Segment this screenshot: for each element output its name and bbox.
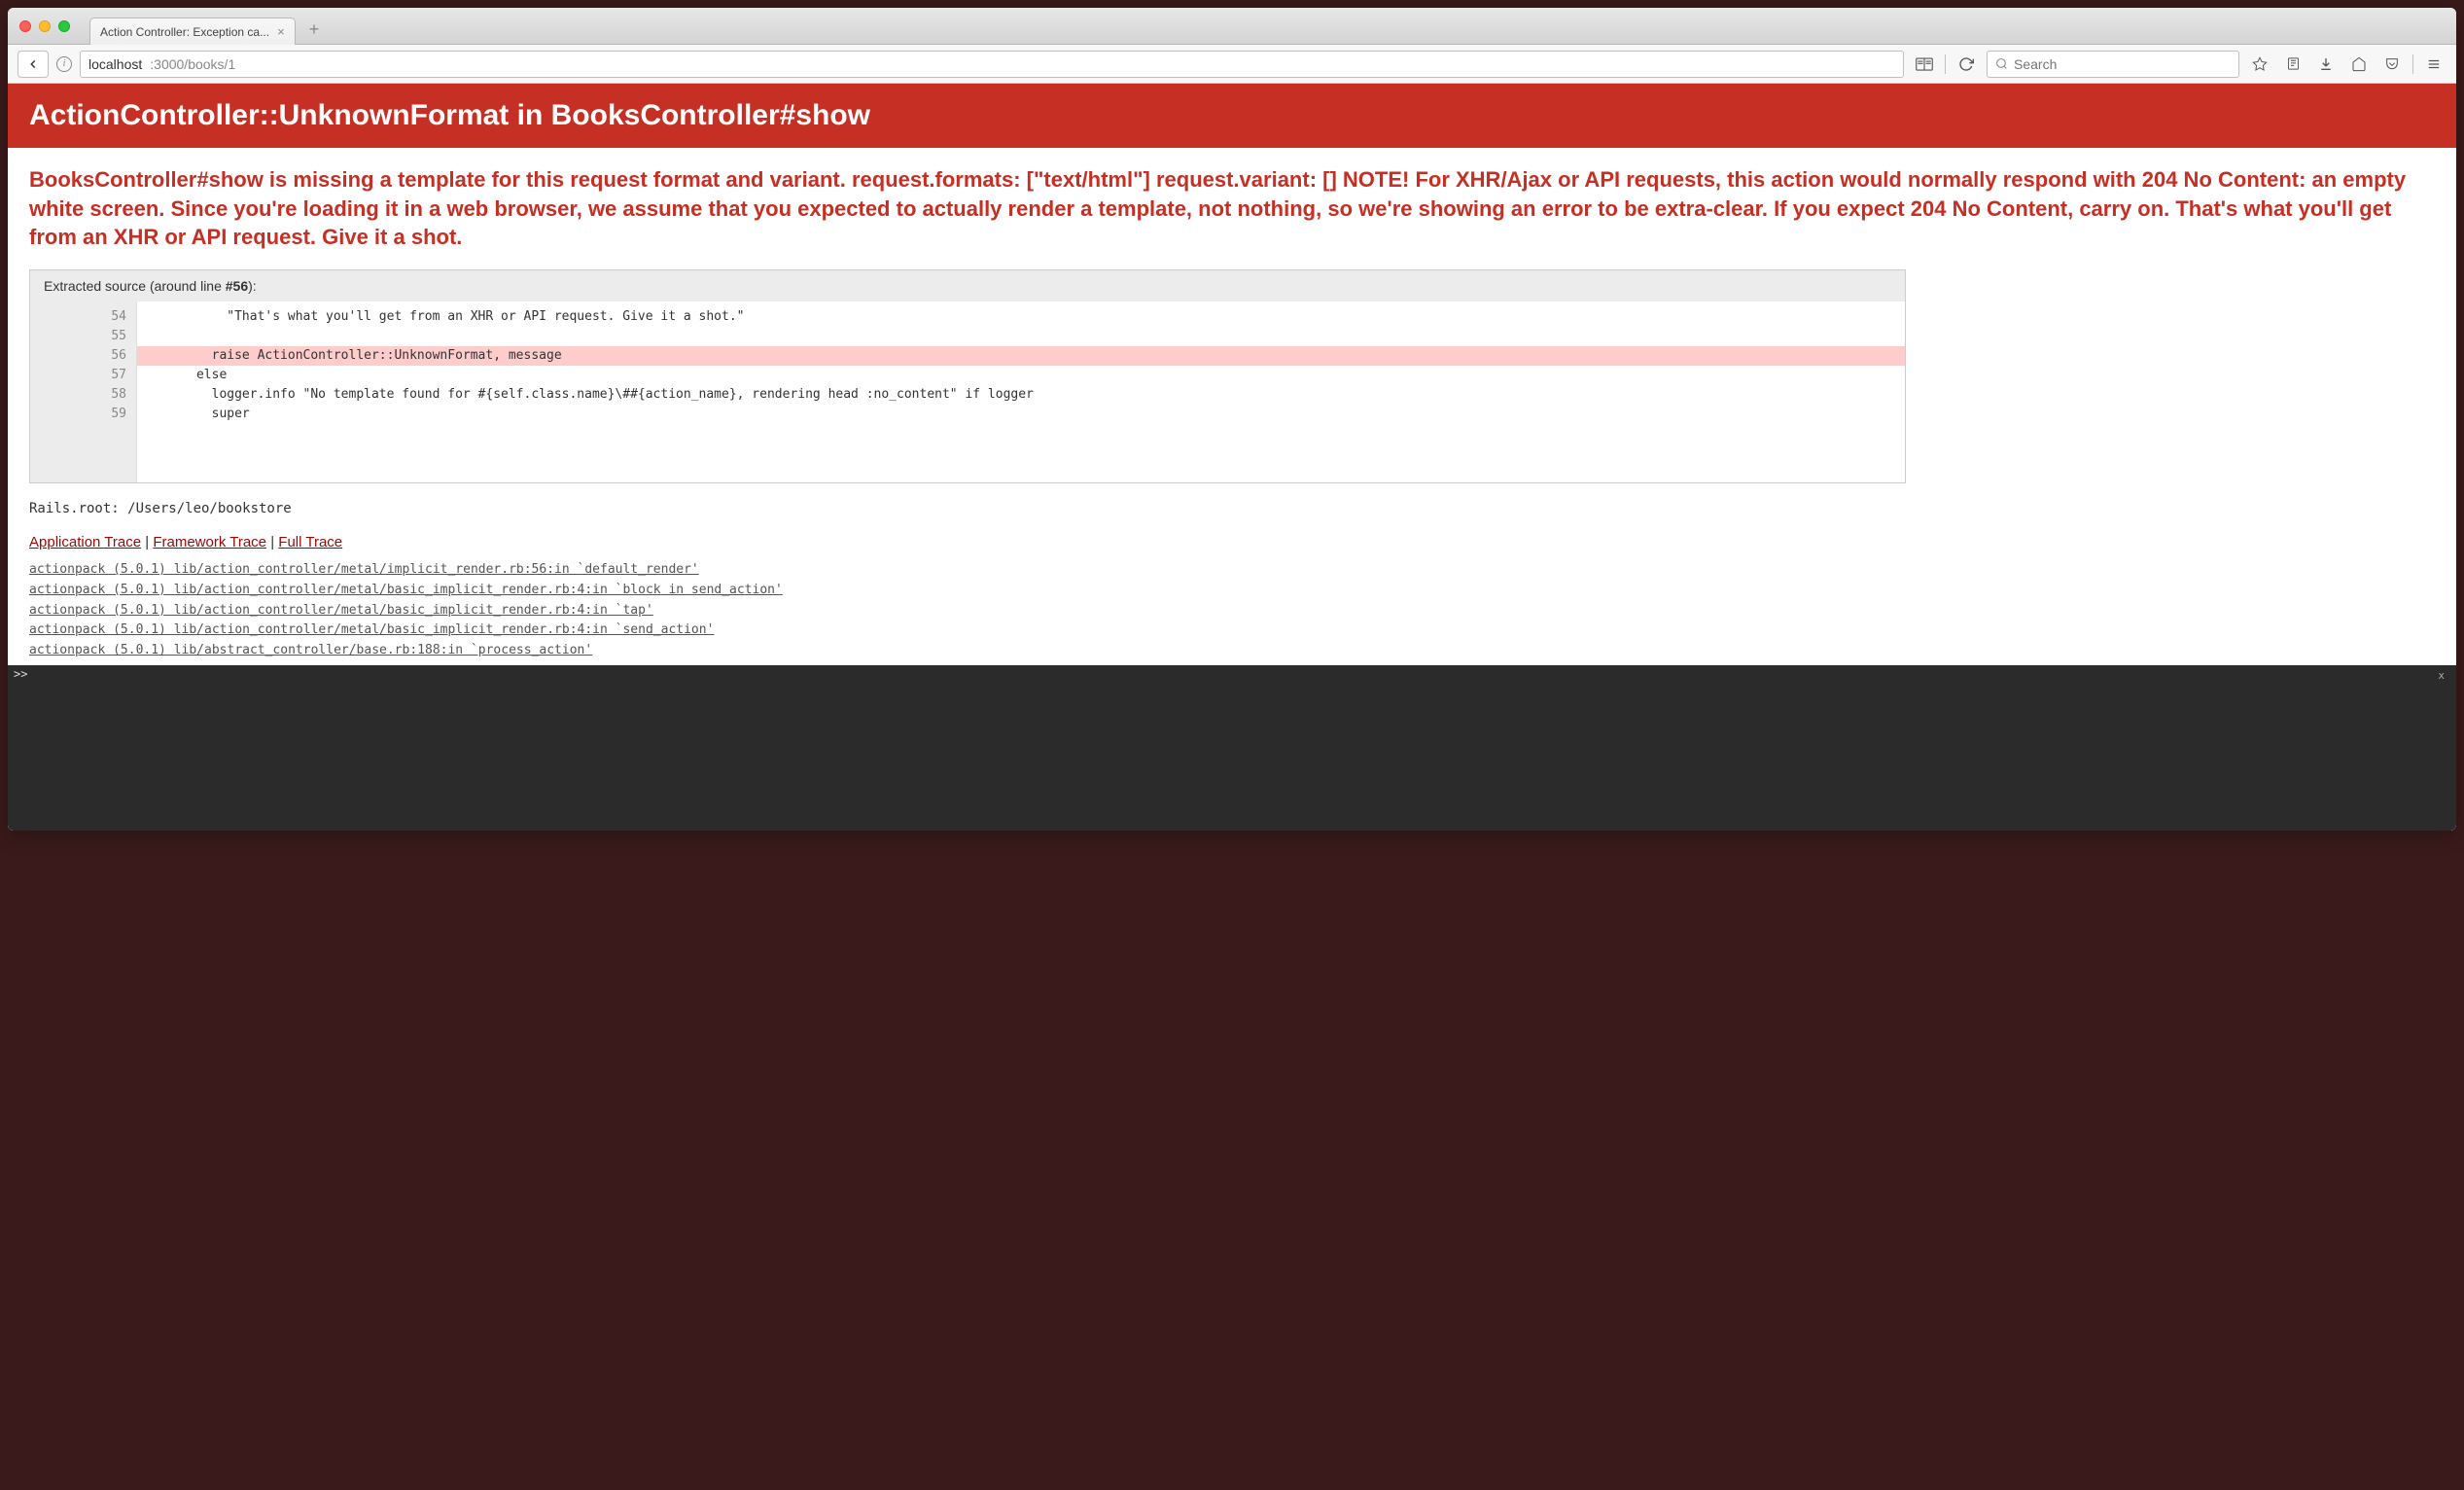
library-icon[interactable]	[2280, 52, 2306, 77]
rails-root: Rails.root: /Users/leo/bookstore	[29, 501, 2435, 516]
back-button[interactable]	[18, 51, 49, 78]
error-message: BooksController#show is missing a templa…	[29, 165, 2435, 252]
pocket-icon[interactable]	[2379, 52, 2405, 77]
line-number: 59	[40, 405, 126, 424]
reload-icon[interactable]	[1954, 52, 1979, 77]
extracted-source-box: Extracted source (around line #56): 5455…	[29, 269, 1906, 483]
trace-line[interactable]: actionpack (5.0.1) lib/abstract_controll…	[29, 641, 2435, 661]
code-line: "That's what you'll get from an XHR or A…	[137, 307, 1905, 327]
browser-tab[interactable]: Action Controller: Exception ca... ×	[89, 18, 296, 45]
error-body: BooksController#show is missing a templa…	[8, 148, 2456, 665]
code-line: else	[137, 366, 1905, 385]
line-number: 58	[40, 385, 126, 405]
search-input[interactable]	[2014, 56, 2231, 72]
close-tab-icon[interactable]: ×	[277, 24, 285, 39]
reader-mode-icon[interactable]	[1912, 52, 1937, 77]
page-content: ActionController::UnknownFormat in Books…	[8, 84, 2456, 831]
url-host: localhost	[88, 56, 142, 72]
divider	[1945, 54, 1946, 74]
code-line: super	[137, 405, 1905, 424]
trace-line[interactable]: actionpack (5.0.1) lib/action_controller…	[29, 581, 2435, 601]
application-trace-link[interactable]: Application Trace	[29, 534, 141, 550]
full-trace-link[interactable]: Full Trace	[278, 534, 342, 550]
new-tab-button[interactable]: +	[301, 16, 328, 44]
source-title-suffix: ):	[248, 278, 257, 294]
console-prompt: >>	[14, 667, 27, 681]
tab-title: Action Controller: Exception ca...	[100, 25, 269, 39]
maximize-window-button[interactable]	[58, 20, 70, 32]
titlebar: Action Controller: Exception ca... × +	[8, 8, 2456, 45]
close-window-button[interactable]	[19, 20, 31, 32]
download-icon[interactable]	[2313, 52, 2339, 77]
divider	[2412, 54, 2413, 74]
error-header: ActionController::UnknownFormat in Books…	[8, 84, 2456, 148]
trace-line[interactable]: actionpack (5.0.1) lib/action_controller…	[29, 601, 2435, 621]
url-path: :3000/books/1	[150, 56, 235, 72]
tab-strip: Action Controller: Exception ca... × +	[89, 8, 327, 44]
code-line: logger.info "No template found for #{sel…	[137, 385, 1905, 405]
site-info-icon[interactable]: i	[56, 56, 72, 72]
extracted-source-title: Extracted source (around line #56):	[30, 270, 1905, 302]
code-line: raise ActionController::UnknownFormat, m…	[137, 346, 1905, 366]
web-console: >> x	[8, 665, 2456, 831]
line-numbers: 545556575859	[30, 302, 137, 482]
code-lines: "That's what you'll get from an XHR or A…	[137, 302, 1905, 482]
framework-trace-link[interactable]: Framework Trace	[153, 534, 266, 550]
browser-window: Action Controller: Exception ca... × + i…	[8, 8, 2456, 831]
browser-toolbar: i localhost :3000/books/1	[8, 45, 2456, 84]
trace-line[interactable]: actionpack (5.0.1) lib/action_controller…	[29, 621, 2435, 641]
toolbar-right-icons	[2247, 52, 2446, 77]
minimize-window-button[interactable]	[39, 20, 51, 32]
bookmark-star-icon[interactable]	[2247, 52, 2272, 77]
home-icon[interactable]	[2346, 52, 2372, 77]
console-input[interactable]	[33, 667, 2432, 681]
source-title-prefix: Extracted source (around line	[44, 278, 226, 294]
line-number: 55	[40, 327, 126, 346]
console-close-icon[interactable]: x	[2432, 667, 2450, 684]
line-number: 54	[40, 307, 126, 327]
source-code-table: 545556575859 "That's what you'll get fro…	[30, 302, 1905, 482]
trace-line[interactable]: actionpack (5.0.1) lib/action_controller…	[29, 560, 2435, 581]
error-title: ActionController::UnknownFormat in Books…	[29, 99, 2435, 132]
traffic-lights	[19, 20, 70, 32]
line-number: 57	[40, 366, 126, 385]
trace-tabs: Application Trace | Framework Trace | Fu…	[29, 534, 2435, 550]
line-number: 56	[40, 346, 126, 366]
source-highlight-line: #56	[226, 278, 248, 294]
code-line	[137, 327, 1905, 346]
trace-list: actionpack (5.0.1) lib/action_controller…	[29, 560, 2435, 665]
search-bar[interactable]	[1987, 51, 2239, 78]
menu-icon[interactable]	[2421, 52, 2446, 77]
address-bar[interactable]: localhost :3000/books/1	[80, 51, 1904, 78]
